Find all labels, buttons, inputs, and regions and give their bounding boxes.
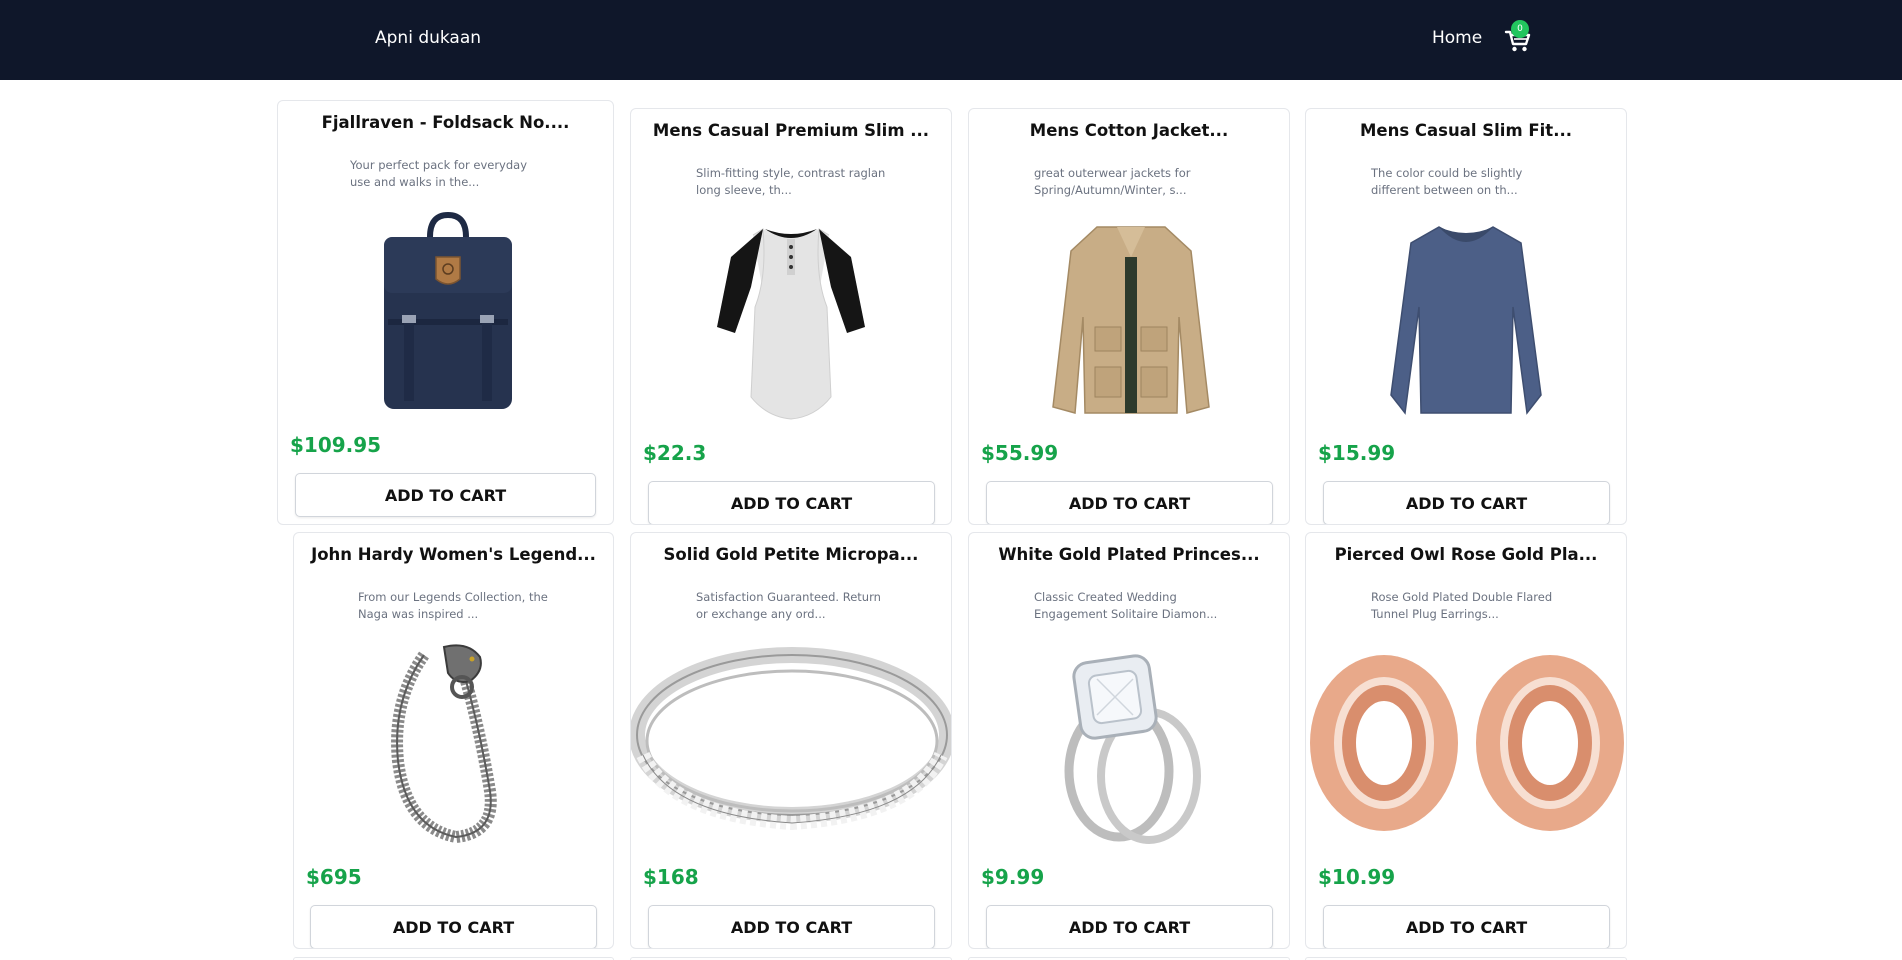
product-description: From our Legends Collection, the Naga wa… [358, 590, 548, 621]
product-title[interactable]: Mens Casual Slim Fit... [1306, 121, 1626, 140]
product-description: great outerwear jackets for Spring/Autum… [1034, 166, 1191, 197]
product-price: $168 [643, 865, 699, 889]
backpack-image [384, 211, 512, 409]
diamond-band-ring-image [631, 647, 951, 831]
cart-count-badge: 0 [1511, 20, 1529, 38]
brand-logo[interactable]: Apni dukaan [375, 28, 481, 48]
product-description: Your perfect pack for everyday use and w… [350, 158, 528, 189]
add-to-cart-button[interactable]: ADD TO CART [648, 905, 935, 948]
product-card: Mens Cotton Jacket... great outerwear ja… [968, 108, 1290, 525]
add-to-cart-button[interactable]: ADD TO CART [295, 473, 596, 517]
product-price: $695 [306, 865, 362, 889]
add-to-cart-button[interactable]: ADD TO CART [1323, 481, 1610, 524]
raglan-tshirt-image [717, 228, 865, 420]
product-description: Classic Created Wedding Engagement Solit… [1034, 590, 1218, 621]
engagement-ring-image [1064, 654, 1201, 844]
add-to-cart-button[interactable]: ADD TO CART [986, 905, 1273, 948]
product-price: $55.99 [981, 441, 1059, 465]
product-title[interactable]: Mens Casual Premium Slim ... [631, 121, 951, 140]
product-card: White Gold Plated Princes... Classic Cre… [968, 532, 1290, 949]
product-card: Mens Casual Premium Slim ... Slim-fittin… [630, 108, 952, 525]
product-price: $15.99 [1318, 441, 1396, 465]
product-description: The color could be slightly different be… [1371, 166, 1523, 197]
product-title[interactable]: White Gold Plated Princes... [969, 545, 1289, 564]
add-to-cart-button[interactable]: ADD TO CART [986, 481, 1273, 524]
product-card: Solid Gold Petite Micropa... Satisfactio… [630, 532, 952, 949]
long-sleeve-shirt-image [1390, 226, 1542, 415]
product-title[interactable]: Pierced Owl Rose Gold Pla... [1306, 545, 1626, 564]
product-card: Fjallraven - Foldsack No.... Your perfec… [277, 100, 614, 525]
add-to-cart-button[interactable]: ADD TO CART [310, 905, 597, 948]
product-price: $22.3 [643, 441, 707, 465]
product-price: $10.99 [1318, 865, 1396, 889]
product-title[interactable]: Solid Gold Petite Micropa... [631, 545, 951, 564]
rose-gold-plugs-image [1310, 655, 1624, 831]
product-price: $9.99 [981, 865, 1045, 889]
cotton-jacket-image [1052, 226, 1210, 414]
navbar: Apni dukaan Home 0 [0, 0, 1902, 80]
add-to-cart-button[interactable]: ADD TO CART [648, 481, 935, 524]
product-description: Rose Gold Plated Double Flared Tunnel Pl… [1371, 590, 1553, 621]
nav-home-link[interactable]: Home [1432, 28, 1482, 48]
product-card: Mens Casual Slim Fit... The color could … [1305, 108, 1627, 525]
dragon-bracelet-image [391, 644, 497, 844]
product-card: John Hardy Women's Legend... From our Le… [293, 532, 614, 949]
add-to-cart-button[interactable]: ADD TO CART [1323, 905, 1610, 948]
product-price: $109.95 [290, 433, 382, 457]
product-title[interactable]: Fjallraven - Foldsack No.... [278, 113, 613, 132]
product-description: Slim-fitting style, contrast raglan long… [696, 166, 886, 197]
product-description: Satisfaction Guaranteed. Return or excha… [696, 590, 881, 621]
product-card: Pierced Owl Rose Gold Pla... Rose Gold P… [1305, 532, 1627, 949]
product-title[interactable]: John Hardy Women's Legend... [294, 545, 613, 564]
product-title[interactable]: Mens Cotton Jacket... [969, 121, 1289, 140]
